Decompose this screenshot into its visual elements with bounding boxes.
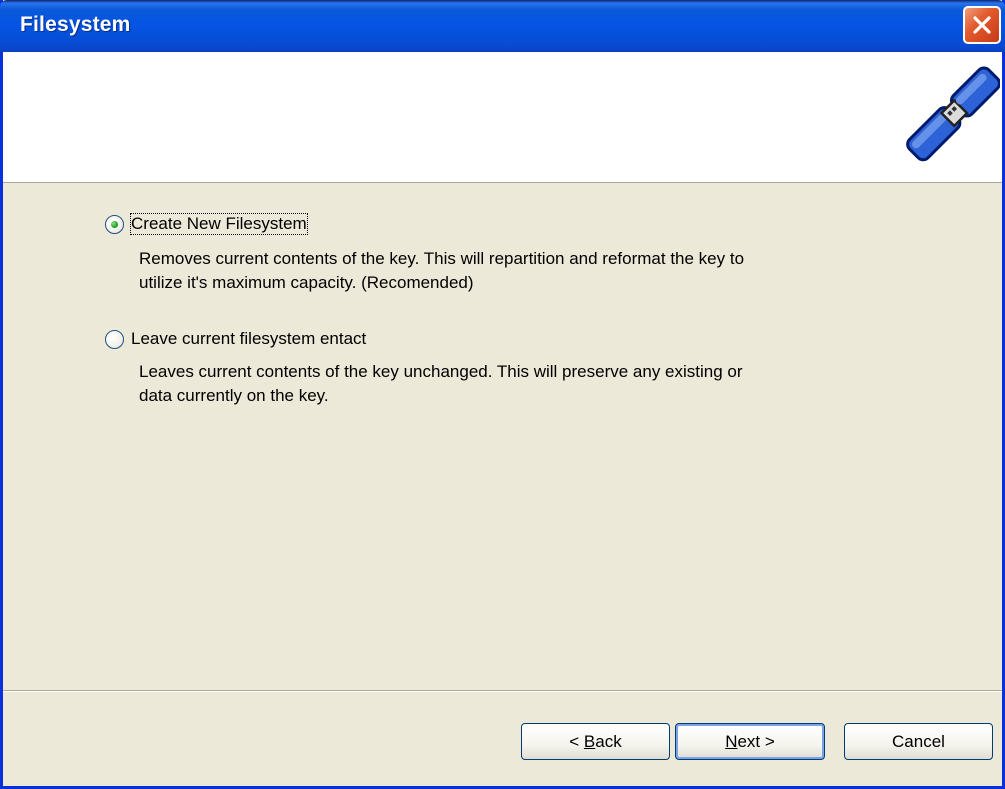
window-title: Filesystem [20,13,131,36]
cancel-button[interactable]: Cancel [844,723,993,760]
close-icon [973,16,991,34]
description-line: Removes current contents of the key. Thi… [139,249,745,268]
next-rest: ext > [737,731,775,751]
option-description-leave-current: Leaves current contents of the key uncha… [139,360,929,408]
description-line: data currently on the key. [139,386,329,405]
usb-key-icon [906,66,1000,162]
back-mnemonic: B [583,731,596,751]
description-line: Leaves current contents of the key uncha… [139,362,743,381]
filesystem-dialog: Filesystem Create New Filesystem Removes… [0,0,1005,789]
option-leave-current-filesystem[interactable]: Leave current filesystem entact [105,329,366,349]
footer-divider [3,690,1002,692]
back-rest: ack [595,731,622,751]
description-line: utilize it's maximum capacity. (Recomend… [139,273,474,292]
back-button[interactable]: < Back [521,723,670,760]
option-create-new-filesystem[interactable]: Create New Filesystem [105,213,308,235]
option-label-leave-current: Leave current filesystem entact [131,329,367,348]
header-panel [3,52,1002,183]
option-description-create-new: Removes current contents of the key. Thi… [139,247,929,295]
back-prefix: < [569,731,584,751]
cancel-label: Cancel [892,731,945,751]
option-label-create-new: Create New Filesystem [130,213,308,235]
next-mnemonic: N [725,731,738,751]
radio-create-new-filesystem[interactable] [105,214,124,234]
radio-leave-current-filesystem[interactable] [105,329,124,349]
title-bar[interactable]: Filesystem [0,0,1005,52]
close-button[interactable] [963,6,1001,44]
next-button[interactable]: Next > [675,723,825,760]
